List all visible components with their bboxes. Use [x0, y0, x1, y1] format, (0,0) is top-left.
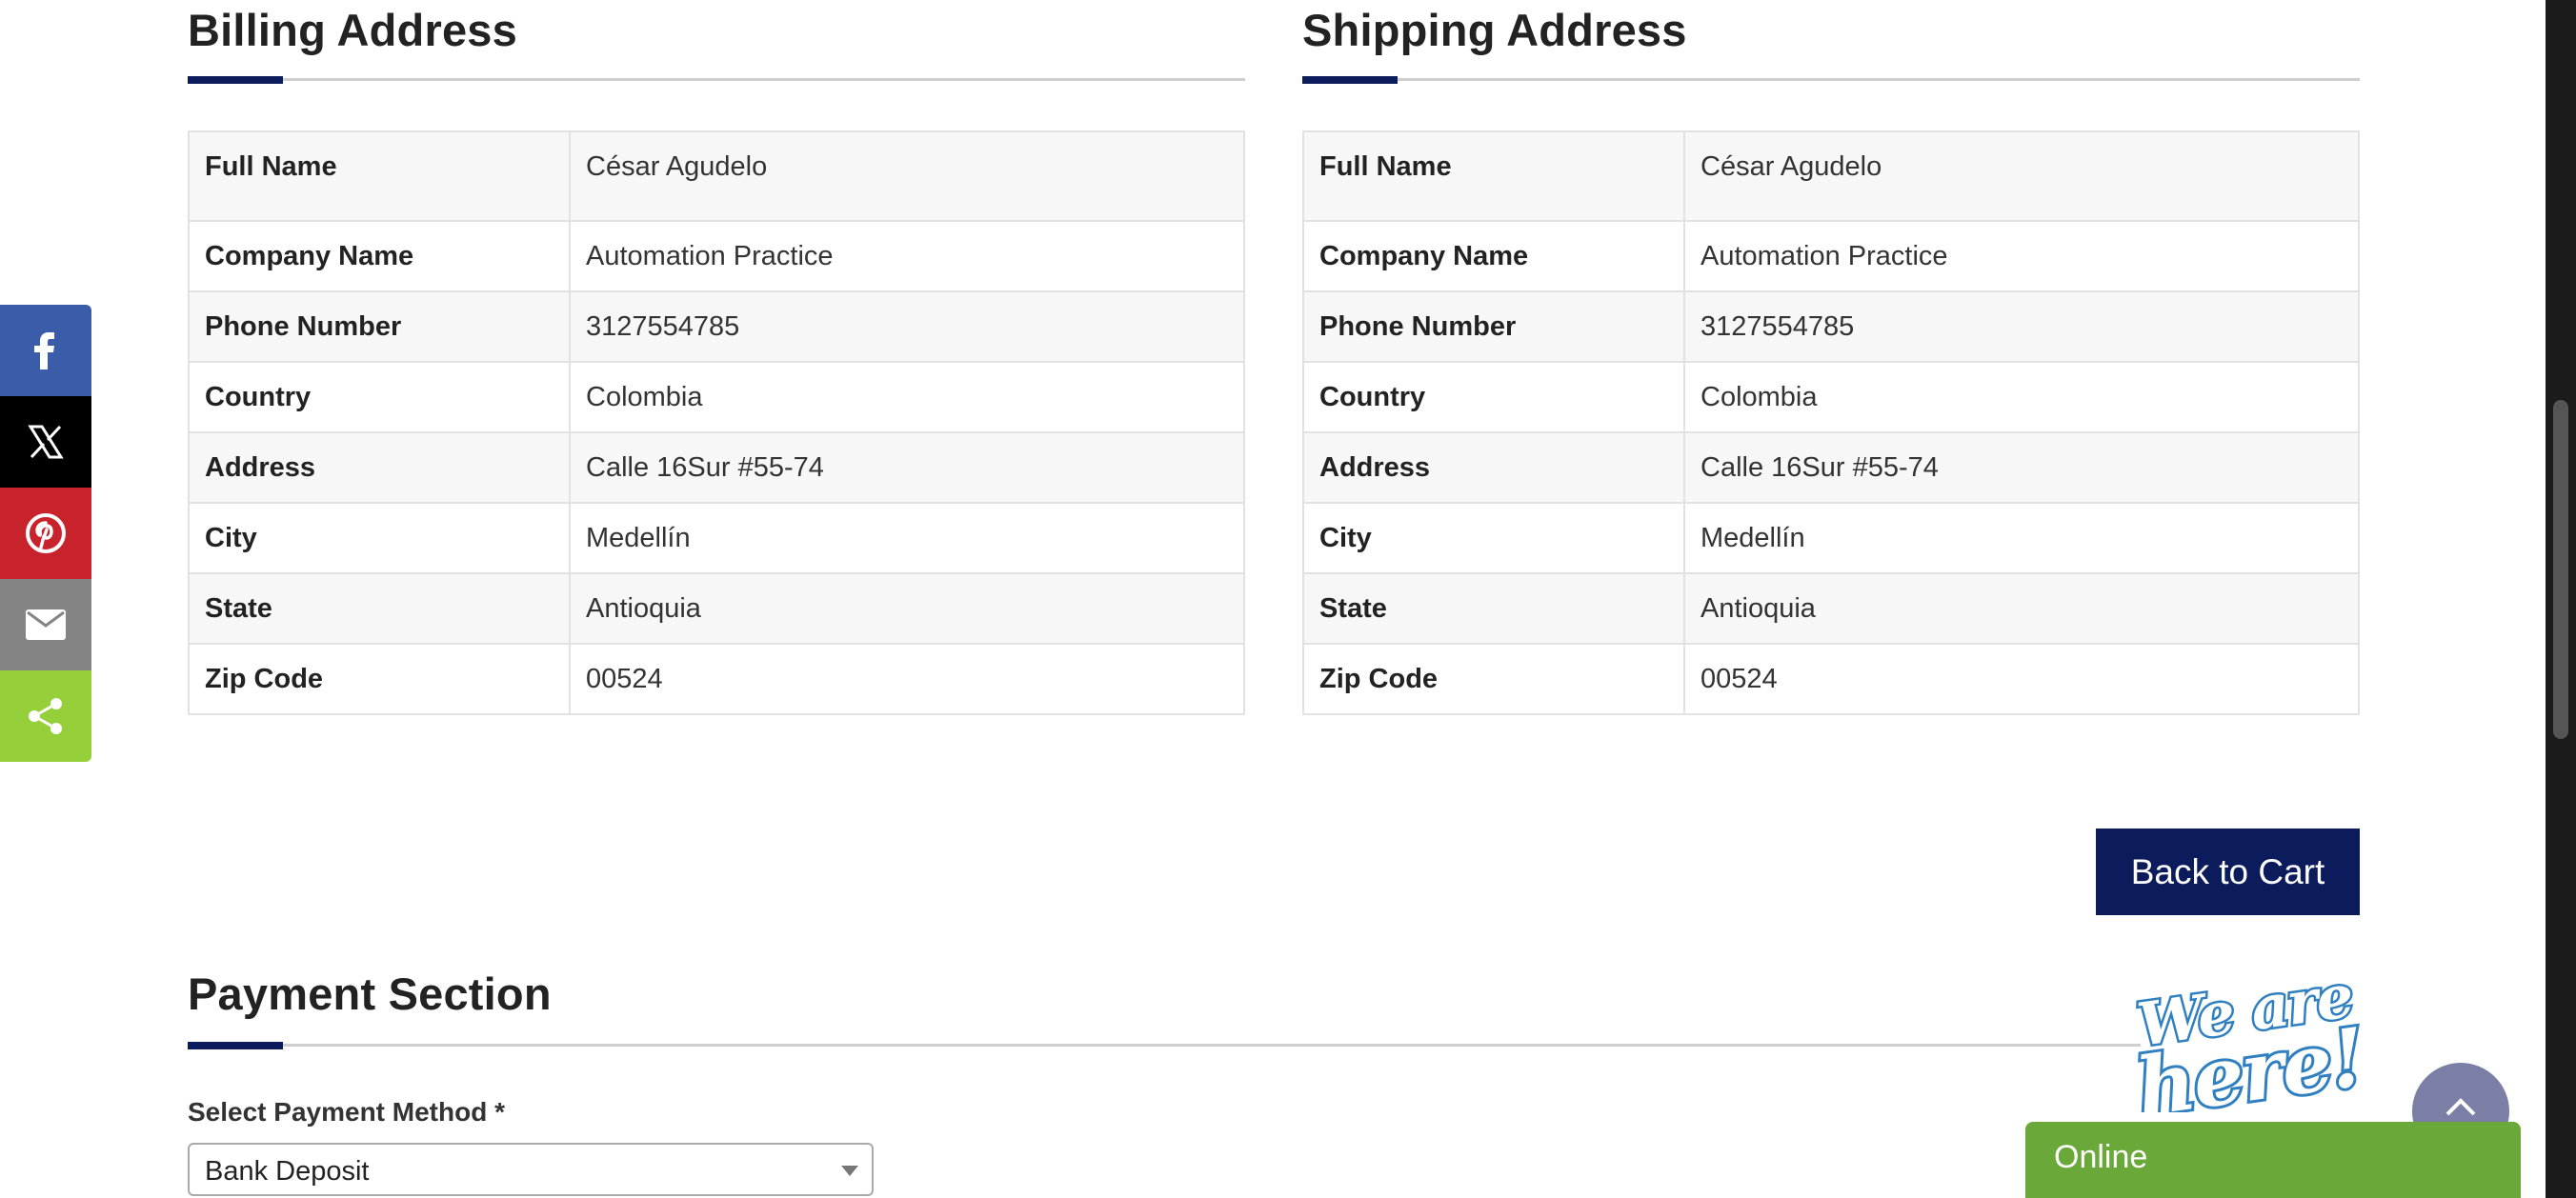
- table-row: Full Name César Agudelo: [188, 130, 1245, 222]
- billing-phone-label: Phone Number: [188, 290, 571, 363]
- shipping-full-name-label: Full Name: [1302, 130, 1685, 222]
- shipping-country-label: Country: [1302, 361, 1685, 433]
- we-are-here-badge[interactable]: We are here!: [2123, 969, 2405, 1112]
- shipping-address-table: Full Name César Agudelo Company Name Aut…: [1302, 130, 2360, 715]
- table-row: Address Calle 16Sur #55-74: [1302, 431, 2360, 504]
- table-row: Company Name Automation Practice: [188, 220, 1245, 292]
- chevron-down-icon: [841, 1166, 858, 1176]
- payment-title-rule: [188, 1044, 2141, 1047]
- share-facebook-button[interactable]: [0, 305, 91, 396]
- share-email-button[interactable]: [0, 579, 91, 670]
- billing-address-table: Full Name César Agudelo Company Name Aut…: [188, 130, 1245, 715]
- email-icon: [26, 609, 66, 640]
- shipping-state-label: State: [1302, 572, 1685, 645]
- billing-title-accent: [188, 76, 283, 84]
- social-share-bar: [0, 305, 91, 762]
- payment-method-selected-value: Bank Deposit: [205, 1156, 370, 1187]
- back-to-cart-button[interactable]: Back to Cart: [2096, 829, 2360, 915]
- pinterest-icon: [26, 513, 66, 553]
- shipping-zip-value: 00524: [1683, 643, 2360, 715]
- shipping-full-name-value: César Agudelo: [1683, 130, 2360, 222]
- table-row: State Antioquia: [188, 572, 1245, 645]
- table-row: Zip Code 00524: [1302, 643, 2360, 715]
- share-x-button[interactable]: [0, 396, 91, 488]
- table-row: Address Calle 16Sur #55-74: [188, 431, 1245, 504]
- billing-company-label: Company Name: [188, 220, 571, 292]
- table-row: Company Name Automation Practice: [1302, 220, 2360, 292]
- shipping-country-value: Colombia: [1683, 361, 2360, 433]
- billing-address-label: Address: [188, 431, 571, 504]
- shipping-title-rule: [1302, 78, 2360, 81]
- table-row: City Medellín: [188, 502, 1245, 574]
- billing-state-label: State: [188, 572, 571, 645]
- shipping-state-value: Antioquia: [1683, 572, 2360, 645]
- shipping-company-label: Company Name: [1302, 220, 1685, 292]
- page-scrollbar[interactable]: [2546, 0, 2576, 1198]
- table-row: Phone Number 3127554785: [1302, 290, 2360, 363]
- billing-full-name-value: César Agudelo: [569, 130, 1245, 222]
- shipping-city-label: City: [1302, 502, 1685, 574]
- shipping-city-value: Medellín: [1683, 502, 2360, 574]
- table-row: Full Name César Agudelo: [1302, 130, 2360, 222]
- shipping-address-value: Calle 16Sur #55-74: [1683, 431, 2360, 504]
- shipping-address-label: Address: [1302, 431, 1685, 504]
- payment-method-label: Select Payment Method *: [188, 1097, 505, 1127]
- billing-city-value: Medellín: [569, 502, 1245, 574]
- table-row: Country Colombia: [1302, 361, 2360, 433]
- payment-method-select[interactable]: Bank Deposit: [188, 1143, 874, 1196]
- shipping-company-value: Automation Practice: [1683, 220, 2360, 292]
- share-icon: [29, 698, 62, 734]
- billing-company-value: Automation Practice: [569, 220, 1245, 292]
- facebook-icon: [34, 332, 54, 369]
- table-row: Zip Code 00524: [188, 643, 1245, 715]
- billing-zip-label: Zip Code: [188, 643, 571, 715]
- billing-address-title: Billing Address: [188, 5, 517, 55]
- share-more-button[interactable]: [0, 670, 91, 762]
- billing-title-rule: [188, 78, 1245, 81]
- share-pinterest-button[interactable]: [0, 488, 91, 579]
- shipping-phone-value: 3127554785: [1683, 290, 2360, 363]
- shipping-zip-label: Zip Code: [1302, 643, 1685, 715]
- scrollbar-thumb[interactable]: [2553, 400, 2568, 739]
- shipping-address-title: Shipping Address: [1302, 5, 1687, 55]
- payment-title-accent: [188, 1042, 283, 1049]
- table-row: State Antioquia: [1302, 572, 2360, 645]
- billing-address-value: Calle 16Sur #55-74: [569, 431, 1245, 504]
- billing-zip-value: 00524: [569, 643, 1245, 715]
- chat-online-bar[interactable]: Online: [2025, 1122, 2521, 1198]
- table-row: Country Colombia: [188, 361, 1245, 433]
- payment-section-title: Payment Section: [188, 968, 552, 1019]
- billing-phone-value: 3127554785: [569, 290, 1245, 363]
- table-row: City Medellín: [1302, 502, 2360, 574]
- billing-city-label: City: [188, 502, 571, 574]
- shipping-title-accent: [1302, 76, 1398, 84]
- chat-status-text: Online: [2054, 1139, 2148, 1175]
- billing-full-name-label: Full Name: [188, 130, 571, 222]
- billing-state-value: Antioquia: [569, 572, 1245, 645]
- x-twitter-icon: [28, 425, 64, 459]
- table-row: Phone Number 3127554785: [188, 290, 1245, 363]
- chevron-up-icon: [2445, 1098, 2476, 1116]
- billing-country-label: Country: [188, 361, 571, 433]
- billing-country-value: Colombia: [569, 361, 1245, 433]
- shipping-phone-label: Phone Number: [1302, 290, 1685, 363]
